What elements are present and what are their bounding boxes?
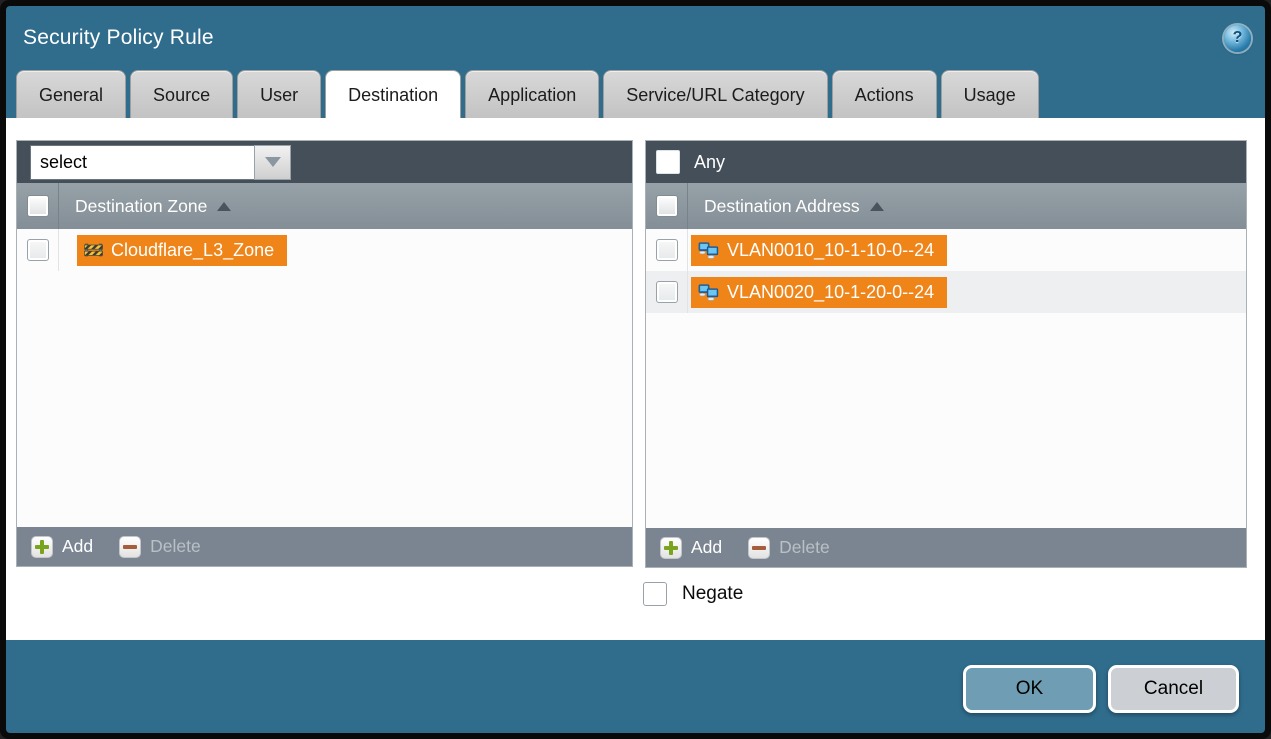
address-add-button[interactable]: Add xyxy=(660,537,722,559)
zone-list-item[interactable]: Cloudflare_L3_Zone xyxy=(17,229,632,271)
address-list-item[interactable]: VLAN0020_10-1-20-0--24 xyxy=(646,271,1246,313)
plus-icon xyxy=(31,536,53,558)
zone-filter-dropdown-button[interactable] xyxy=(254,145,291,180)
address-select-all-checkbox[interactable] xyxy=(656,195,678,217)
tab-destination[interactable]: Destination xyxy=(325,70,461,118)
address-icon xyxy=(698,284,719,301)
destination-tab-content: Destination Zone xyxy=(6,118,1265,640)
dialog-title: Security Policy Rule xyxy=(23,26,214,50)
address-column-header[interactable]: Destination Address xyxy=(646,183,1246,229)
plus-icon xyxy=(660,537,682,559)
tab-application[interactable]: Application xyxy=(465,70,599,118)
zone-add-button[interactable]: Add xyxy=(31,536,93,558)
destination-zone-panel: Destination Zone xyxy=(16,140,633,567)
zone-column-header[interactable]: Destination Zone xyxy=(17,183,632,229)
zone-filter-select xyxy=(30,145,291,180)
tab-user[interactable]: User xyxy=(237,70,321,118)
zone-column-title: Destination Zone xyxy=(75,196,207,217)
sort-ascending-icon xyxy=(870,202,884,211)
negate-row: Negate xyxy=(643,582,743,606)
address-toolbar: Any xyxy=(646,141,1246,183)
address-icon xyxy=(698,242,719,259)
zone-row-checkbox[interactable] xyxy=(27,239,49,261)
screen: Security Policy Rule ? General Source Us… xyxy=(0,0,1271,739)
zone-icon xyxy=(84,242,103,258)
address-list-item[interactable]: VLAN0010_10-1-10-0--24 xyxy=(646,229,1246,271)
zone-footer: Add Delete xyxy=(17,527,632,566)
tab-bar: General Source User Destination Applicat… xyxy=(6,70,1265,118)
security-policy-rule-dialog: Security Policy Rule ? General Source Us… xyxy=(6,6,1265,733)
ok-button[interactable]: OK xyxy=(963,665,1096,713)
zone-chip[interactable]: Cloudflare_L3_Zone xyxy=(77,235,287,266)
destination-address-panel: Any Destination Address xyxy=(645,140,1247,568)
address-chip-label: VLAN0020_10-1-20-0--24 xyxy=(727,282,934,303)
negate-label: Negate xyxy=(682,583,743,605)
tab-source[interactable]: Source xyxy=(130,70,233,118)
minus-icon xyxy=(119,536,141,558)
address-chip[interactable]: VLAN0010_10-1-10-0--24 xyxy=(691,235,947,266)
titlebar: Security Policy Rule ? xyxy=(6,6,1265,70)
zone-delete-button[interactable]: Delete xyxy=(119,536,201,558)
tab-service-url-category[interactable]: Service/URL Category xyxy=(603,70,827,118)
address-chip-label: VLAN0010_10-1-10-0--24 xyxy=(727,240,934,261)
negate-checkbox[interactable] xyxy=(643,582,667,606)
any-checkbox[interactable] xyxy=(656,150,680,174)
address-delete-button[interactable]: Delete xyxy=(748,537,830,559)
zone-filter-input[interactable] xyxy=(30,145,254,180)
address-footer: Add Delete xyxy=(646,528,1246,567)
cancel-button[interactable]: Cancel xyxy=(1108,665,1239,713)
chevron-down-icon xyxy=(265,157,281,167)
tab-usage[interactable]: Usage xyxy=(941,70,1039,118)
sort-ascending-icon xyxy=(217,202,231,211)
address-row-checkbox[interactable] xyxy=(656,281,678,303)
tab-general[interactable]: General xyxy=(16,70,126,118)
help-icon[interactable]: ? xyxy=(1224,25,1251,52)
address-list: VLAN0010_10-1-10-0--24 xyxy=(646,229,1246,528)
minus-icon xyxy=(748,537,770,559)
address-column-title: Destination Address xyxy=(704,196,860,217)
zone-toolbar xyxy=(17,141,632,183)
dialog-footer: OK Cancel xyxy=(6,640,1265,733)
tab-actions[interactable]: Actions xyxy=(832,70,937,118)
zone-chip-label: Cloudflare_L3_Zone xyxy=(111,240,274,261)
any-label: Any xyxy=(694,152,725,173)
zone-select-all-checkbox[interactable] xyxy=(27,195,49,217)
address-chip[interactable]: VLAN0020_10-1-20-0--24 xyxy=(691,277,947,308)
address-row-checkbox[interactable] xyxy=(656,239,678,261)
zone-list: Cloudflare_L3_Zone xyxy=(17,229,632,527)
